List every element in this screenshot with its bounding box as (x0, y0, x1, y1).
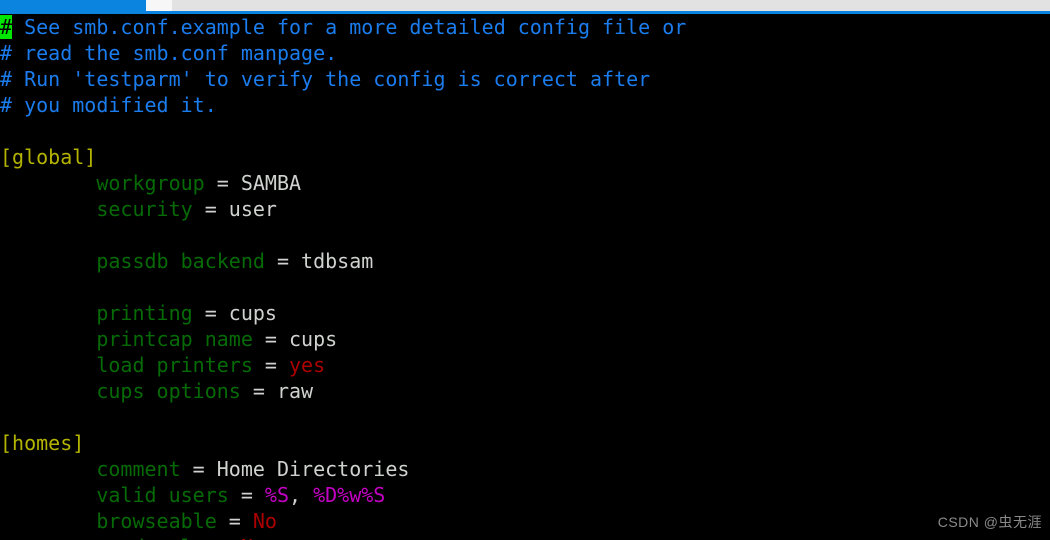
terminal-text-segment: %S (264, 483, 289, 507)
terminal-line: # you modified it. (0, 92, 1050, 118)
terminal-text-segment: passdb backend (96, 249, 265, 273)
terminal-text-segment: yes (289, 353, 326, 377)
terminal-line: # See smb.conf.example for a more detail… (0, 14, 1050, 40)
terminal-line: printing = cups (0, 300, 1050, 326)
terminal-line: comment = Home Directories (0, 456, 1050, 482)
terminal-text-area[interactable]: # See smb.conf.example for a more detail… (0, 14, 1050, 540)
terminal-text-segment: [global] (0, 145, 97, 169)
terminal-text-segment: printcap name (96, 327, 253, 351)
titlebar-tab-separator (146, 0, 172, 11)
terminal-line: workgroup = SAMBA (0, 170, 1050, 196)
terminal-text-segment: = raw (240, 379, 314, 403)
terminal-text-segment: No (241, 535, 265, 540)
terminal-text-segment: = (252, 353, 289, 377)
terminal-text-segment: %D%w%S (313, 483, 386, 507)
terminal-text-segment: = (228, 483, 265, 507)
terminal-line: browseable = No (0, 508, 1050, 534)
terminal-window: # See smb.conf.example for a more detail… (0, 0, 1050, 540)
terminal-text-segment: valid users (96, 483, 229, 507)
titlebar-active-tab[interactable] (0, 0, 146, 11)
terminal-line: load printers = yes (0, 352, 1050, 378)
terminal-text-segment: comment (96, 457, 181, 481)
terminal-text-segment: = user (192, 197, 277, 221)
terminal-line: cups options = raw (0, 378, 1050, 404)
terminal-line: security = user (0, 196, 1050, 222)
terminal-cursor-block: # (0, 15, 13, 39)
terminal-line: passdb backend = tdbsam (0, 248, 1050, 274)
terminal-text-segment: read only (96, 535, 204, 540)
terminal-line: [homes] (0, 430, 1050, 456)
window-titlebar (0, 0, 1050, 11)
terminal-text-segment: = cups (192, 301, 277, 325)
terminal-text-segment: # you modified it. (0, 93, 217, 117)
terminal-text-segment: = tdbsam (264, 249, 374, 273)
terminal-text-segment: = cups (252, 327, 338, 351)
terminal-line: read only = No (0, 534, 1050, 540)
terminal-text-segment: = SAMBA (204, 171, 302, 195)
terminal-text-segment: # read the smb.conf manpage. (0, 41, 338, 65)
terminal-text-segment: , (289, 483, 314, 507)
terminal-line: printcap name = cups (0, 326, 1050, 352)
terminal-text-segment: No (252, 509, 277, 533)
terminal-text-segment: browseable (96, 509, 217, 533)
terminal-text-segment: # Run 'testparm' to verify the config is… (0, 67, 651, 91)
terminal-text-segment: [homes] (0, 431, 85, 455)
terminal-text-segment: cups options (96, 379, 241, 403)
terminal-text-segment: = Home Directories (180, 457, 410, 481)
terminal-line: valid users = %S, %D%w%S (0, 482, 1050, 508)
terminal-text-segment: load printers (96, 353, 253, 377)
terminal-line: # Run 'testparm' to verify the config is… (0, 66, 1050, 92)
terminal-text-segment: = (205, 535, 241, 540)
terminal-text-segment: See smb.conf.example for a more detailed… (12, 15, 687, 39)
terminal-line: # read the smb.conf manpage. (0, 40, 1050, 66)
terminal-text-segment: = (216, 509, 253, 533)
terminal-line: [global] (0, 144, 1050, 170)
terminal-text-segment: printing (96, 301, 193, 325)
titlebar-empty-area (172, 0, 1050, 11)
terminal-text-segment: security (96, 197, 193, 221)
terminal-text-segment: workgroup (96, 171, 205, 195)
